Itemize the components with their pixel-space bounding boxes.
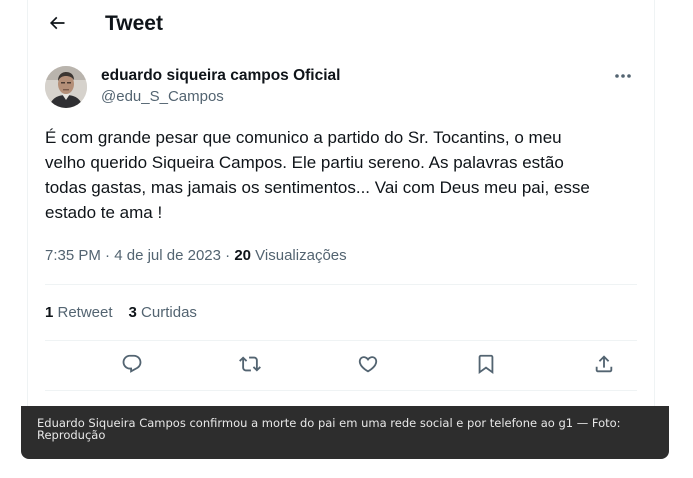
user-handle[interactable]: @edu_S_Campos bbox=[101, 86, 340, 108]
likes-count: 3 bbox=[128, 304, 137, 321]
tweet-text-line: É com grande pesar que comunico a partid… bbox=[45, 128, 562, 147]
more-horizontal-icon bbox=[614, 66, 632, 84]
bookmark-button[interactable] bbox=[474, 354, 498, 378]
retweet-icon bbox=[239, 353, 261, 380]
arrow-left-icon bbox=[47, 13, 67, 38]
display-name[interactable]: eduardo siqueira campos Oficial bbox=[101, 66, 340, 86]
back-button[interactable] bbox=[42, 10, 72, 40]
likes-label: Curtidas bbox=[136, 304, 197, 321]
retweets-stat[interactable]: 1 Retweet bbox=[45, 304, 113, 321]
avatar[interactable] bbox=[45, 66, 87, 108]
like-button[interactable] bbox=[356, 354, 380, 378]
tweet-header: Tweet bbox=[28, 0, 654, 52]
meta-separator: · bbox=[220, 247, 235, 264]
tweet-date[interactable]: 4 de jul de 2023 bbox=[114, 247, 221, 264]
tweet-text: É com grande pesar que comunico a partid… bbox=[45, 125, 635, 225]
author-names: eduardo siqueira campos Oficial @edu_S_C… bbox=[101, 66, 340, 108]
retweets-label: Retweet bbox=[53, 304, 113, 321]
tweet-text-line: velho querido Siqueira Campos. Ele parti… bbox=[45, 153, 564, 172]
photo-caption: Eduardo Siqueira Campos confirmou a mort… bbox=[21, 406, 669, 459]
page-title: Tweet bbox=[105, 12, 163, 35]
reply-button[interactable] bbox=[120, 354, 144, 378]
tweet-author: eduardo siqueira campos Oficial @edu_S_C… bbox=[45, 63, 637, 113]
divider bbox=[45, 284, 637, 285]
more-options-button[interactable] bbox=[609, 65, 637, 85]
tweet-time[interactable]: 7:35 PM bbox=[45, 247, 101, 264]
share-button[interactable] bbox=[592, 354, 616, 378]
likes-stat[interactable]: 3 Curtidas bbox=[129, 304, 197, 321]
divider bbox=[45, 390, 637, 391]
views-count: 20 bbox=[234, 247, 252, 264]
bookmark-icon bbox=[475, 353, 497, 380]
tweet-actions bbox=[45, 342, 637, 390]
views-label: Visualizações bbox=[251, 247, 347, 264]
retweet-button[interactable] bbox=[238, 354, 262, 378]
tweet-meta: 7:35 PM · 4 de jul de 2023 · 20 Visualiz… bbox=[45, 246, 347, 266]
tweet-card: Tweet eduardo siqueira campos Oficial @e… bbox=[27, 0, 655, 420]
share-icon bbox=[593, 353, 615, 380]
tweet-text-line: estado te ama ! bbox=[45, 203, 163, 222]
like-icon bbox=[357, 353, 379, 380]
meta-separator: · bbox=[100, 247, 115, 264]
reply-icon bbox=[121, 353, 143, 380]
divider bbox=[45, 340, 637, 341]
tweet-stats: 1 Retweet 3 Curtidas bbox=[45, 303, 213, 323]
tweet-text-line: todas gastas, mas jamais os sentimentos.… bbox=[45, 178, 590, 197]
